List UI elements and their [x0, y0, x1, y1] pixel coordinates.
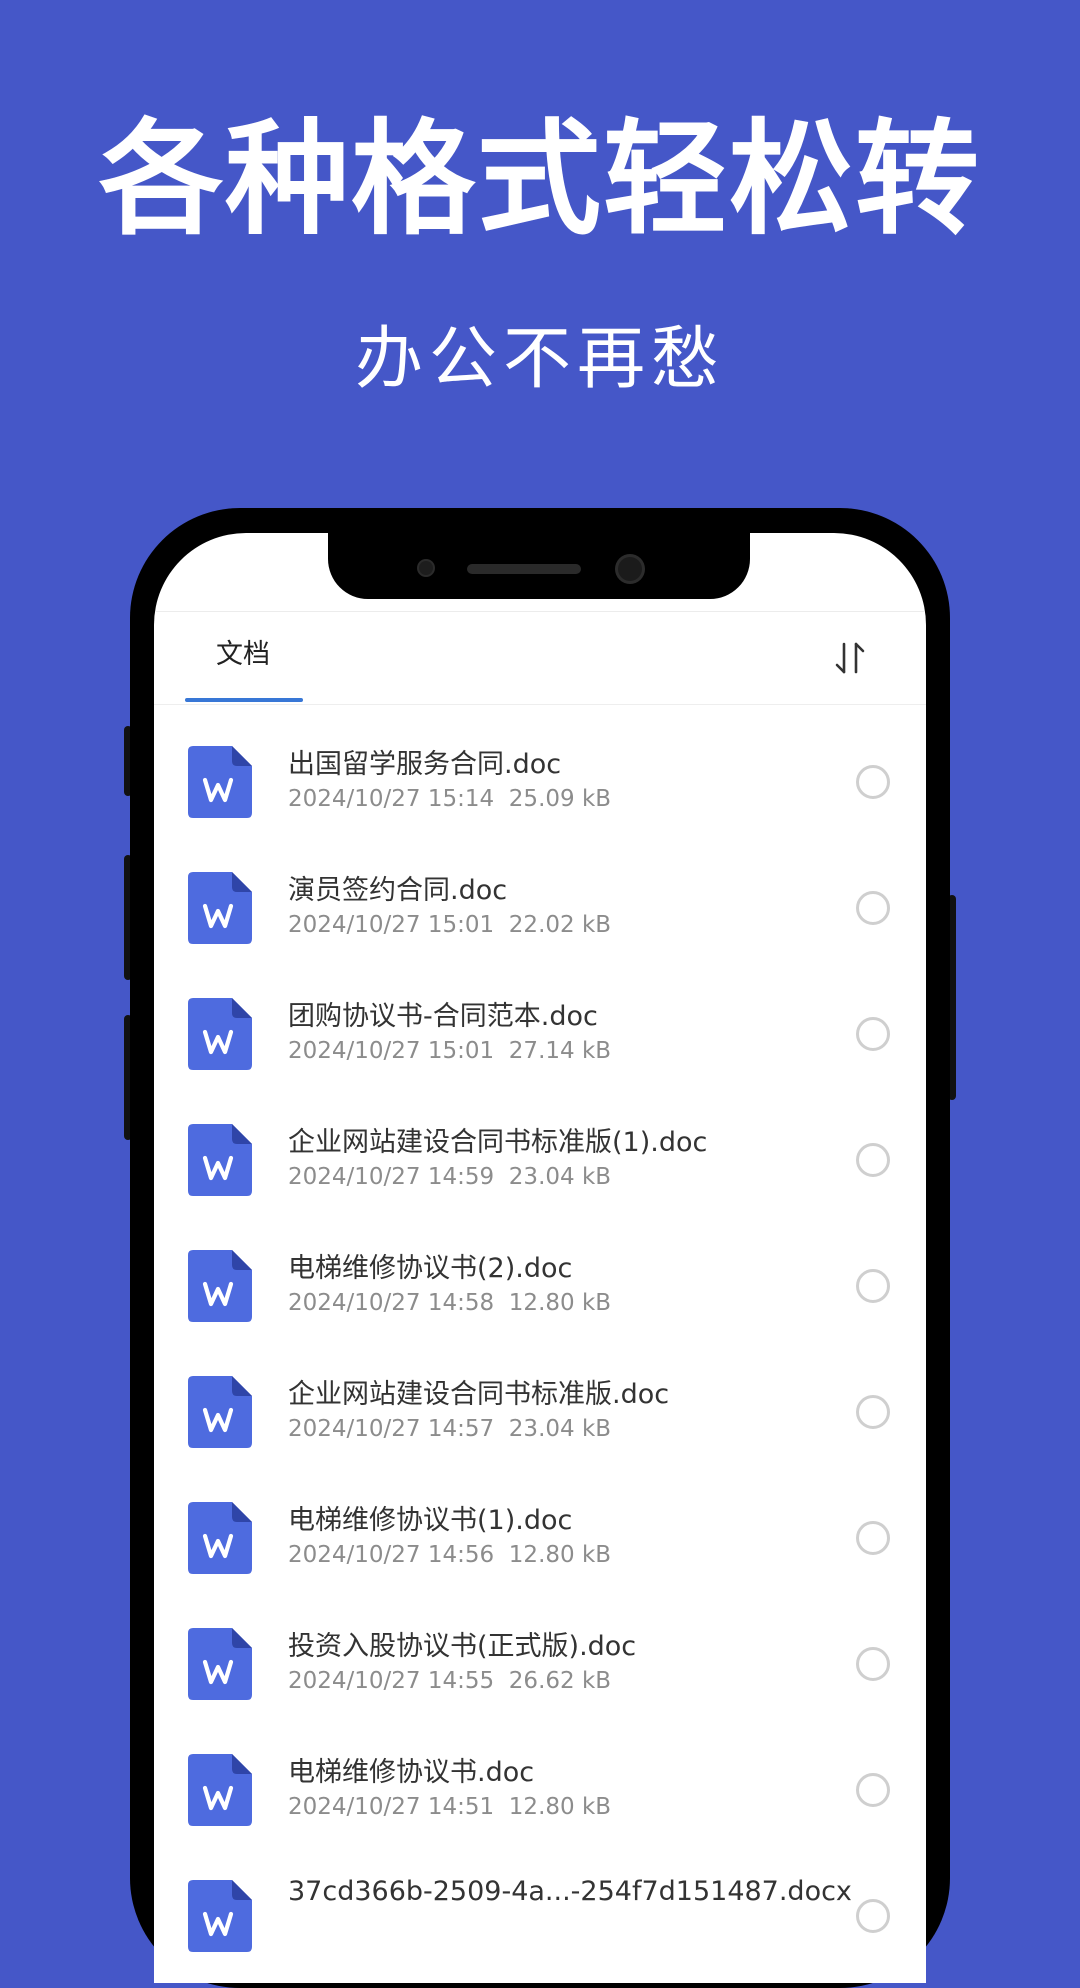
meta-separator	[288, 1920, 303, 1946]
select-radio[interactable]	[856, 1647, 890, 1681]
select-radio[interactable]	[856, 1143, 890, 1177]
file-date: 2024/10/27 14:56	[288, 1542, 495, 1568]
select-radio[interactable]	[856, 1521, 890, 1555]
select-radio[interactable]	[856, 1395, 890, 1429]
file-list-item[interactable]: 演员签约合同.doc 2024/10/27 15:01 22.02 kB	[154, 831, 926, 957]
meta-separator	[494, 1416, 509, 1442]
file-list-item[interactable]: 电梯维修协议书(1).doc 2024/10/27 14:56 12.80 kB	[154, 1461, 926, 1587]
word-doc-icon	[188, 1754, 252, 1826]
meta-separator	[494, 1794, 509, 1820]
file-date: 2024/10/27 14:57	[288, 1416, 495, 1442]
meta-separator	[494, 786, 509, 812]
file-list-item[interactable]: 电梯维修协议书(2).doc 2024/10/27 14:58 12.80 kB	[154, 1209, 926, 1335]
speaker-grille	[467, 564, 581, 574]
meta-separator	[494, 1164, 509, 1190]
file-meta: 2024/10/27 14:59 23.04 kB	[288, 1164, 611, 1190]
tab-documents[interactable]: 文档	[184, 612, 302, 704]
phone-screen: 文档 出国留学服务合同.doc 2024/10/27 15:14 25.09 kB…	[154, 533, 926, 1983]
file-name: 团购协议书-合同范本.doc	[288, 1001, 598, 1032]
file-name: 37cd366b-2509-4a...-254f7d151487.docx	[288, 1876, 852, 1907]
tab-bar: 文档	[154, 612, 926, 705]
file-meta: 2024/10/27 14:57 23.04 kB	[288, 1416, 611, 1442]
file-meta: 2024/10/27 15:01 27.14 kB	[288, 1038, 611, 1064]
file-meta: 2024/10/27 14:55 26.62 kB	[288, 1668, 611, 1694]
file-date: 2024/10/27 14:55	[288, 1668, 495, 1694]
file-name: 演员签约合同.doc	[288, 875, 508, 906]
word-doc-icon	[188, 998, 252, 1070]
file-list-item[interactable]: 电梯维修协议书.doc 2024/10/27 14:51 12.80 kB	[154, 1713, 926, 1839]
file-meta: 2024/10/27 15:01 22.02 kB	[288, 912, 611, 938]
select-radio[interactable]	[856, 1269, 890, 1303]
file-meta	[288, 1920, 303, 1946]
file-meta: 2024/10/27 15:14 25.09 kB	[288, 786, 611, 812]
banner-title: 各种格式轻松转	[98, 108, 981, 252]
banner-subtitle: 办公不再愁	[354, 320, 725, 399]
file-meta: 2024/10/27 14:58 12.80 kB	[288, 1290, 611, 1316]
meta-separator	[494, 1290, 509, 1316]
front-camera-icon	[618, 557, 642, 581]
file-name: 出国留学服务合同.doc	[288, 749, 562, 780]
file-date: 2024/10/27 15:01	[288, 1038, 495, 1064]
file-name: 企业网站建设合同书标准版.doc	[288, 1379, 670, 1410]
word-doc-icon	[188, 1250, 252, 1322]
file-date: 2024/10/27 14:58	[288, 1290, 495, 1316]
phone-notch	[328, 533, 750, 599]
meta-separator	[494, 912, 509, 938]
file-meta: 2024/10/27 14:51 12.80 kB	[288, 1794, 611, 1820]
file-name: 企业网站建设合同书标准版(1).doc	[288, 1127, 708, 1158]
file-size: 22.02 kB	[508, 912, 612, 938]
file-date: 2024/10/27 15:01	[288, 912, 495, 938]
select-radio[interactable]	[856, 765, 890, 799]
select-radio[interactable]	[856, 1899, 890, 1933]
meta-separator	[494, 1668, 509, 1694]
file-name: 电梯维修协议书(1).doc	[288, 1505, 573, 1536]
file-size: 27.14 kB	[508, 1038, 612, 1064]
tab-active-indicator	[185, 698, 303, 702]
select-radio[interactable]	[856, 1773, 890, 1807]
file-meta: 2024/10/27 14:56 12.80 kB	[288, 1542, 611, 1568]
meta-separator	[494, 1038, 509, 1064]
word-doc-icon	[188, 1124, 252, 1196]
file-date: 2024/10/27 14:59	[288, 1164, 495, 1190]
select-radio[interactable]	[856, 1017, 890, 1051]
select-radio[interactable]	[856, 891, 890, 925]
file-name: 投资入股协议书(正式版).doc	[288, 1631, 637, 1662]
word-doc-icon	[188, 1376, 252, 1448]
word-doc-icon	[188, 1880, 252, 1952]
file-name: 电梯维修协议书.doc	[288, 1757, 535, 1788]
file-list-item[interactable]: 企业网站建设合同书标准版.doc 2024/10/27 14:57 23.04 k…	[154, 1335, 926, 1461]
word-doc-icon	[188, 1502, 252, 1574]
file-list-item[interactable]: 团购协议书-合同范本.doc 2024/10/27 15:01 27.14 kB	[154, 957, 926, 1083]
file-name: 电梯维修协议书(2).doc	[288, 1253, 573, 1284]
word-doc-icon	[188, 746, 252, 818]
file-date: 2024/10/27 15:14	[288, 786, 495, 812]
file-list-item[interactable]: 投资入股协议书(正式版).doc 2024/10/27 14:55 26.62 k…	[154, 1587, 926, 1713]
file-list-item[interactable]: 出国留学服务合同.doc 2024/10/27 15:14 25.09 kB	[154, 705, 926, 831]
file-size: 25.09 kB	[508, 786, 612, 812]
sensor-icon	[419, 561, 433, 575]
file-size: 23.04 kB	[508, 1164, 612, 1190]
file-size: 12.80 kB	[508, 1542, 612, 1568]
file-list-item[interactable]: 企业网站建设合同书标准版(1).doc 2024/10/27 14:59 23.0…	[154, 1083, 926, 1209]
meta-separator	[494, 1542, 509, 1568]
sort-icon[interactable]	[830, 636, 870, 680]
file-size: 12.80 kB	[508, 1290, 612, 1316]
file-size: 26.62 kB	[508, 1668, 612, 1694]
file-date: 2024/10/27 14:51	[288, 1794, 495, 1820]
file-list-item[interactable]: 37cd366b-2509-4a...-254f7d151487.docx	[154, 1839, 926, 1965]
word-doc-icon	[188, 872, 252, 944]
file-size: 12.80 kB	[508, 1794, 612, 1820]
file-list: 出国留学服务合同.doc 2024/10/27 15:14 25.09 kB 演员签…	[154, 705, 926, 1965]
file-size: 23.04 kB	[508, 1416, 612, 1442]
word-doc-icon	[188, 1628, 252, 1700]
